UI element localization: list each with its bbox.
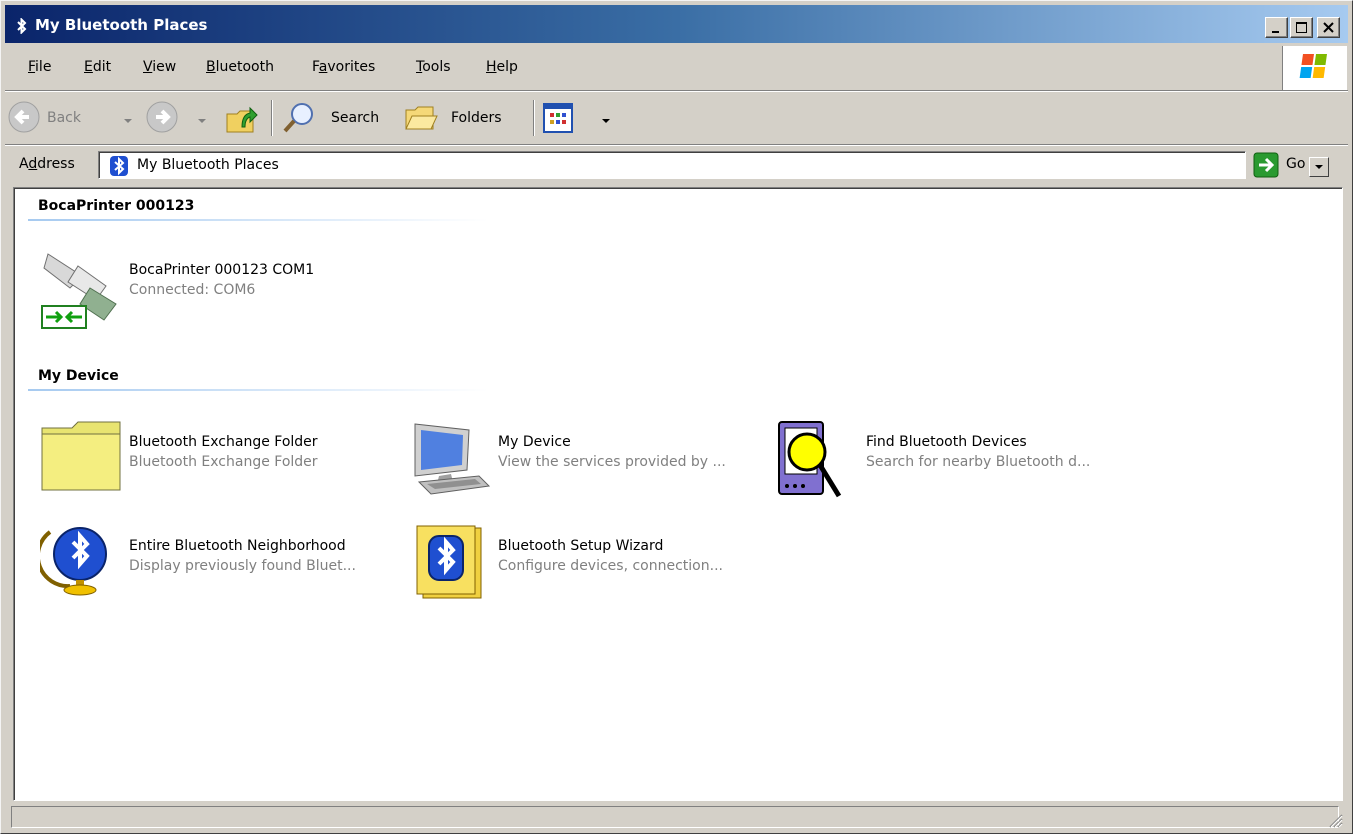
item-description: Connected: COM6: [129, 282, 256, 298]
bluetooth-icon: [15, 17, 29, 35]
item-name: Find Bluetooth Devices: [866, 434, 1027, 450]
go-button[interactable]: Go: [1253, 152, 1325, 178]
explorer-window: My Bluetooth Places File Edit View Bluet…: [0, 0, 1353, 834]
folder-icon: [40, 420, 122, 491]
address-label: Address: [19, 156, 75, 172]
menu-bluetooth[interactable]: Bluetooth: [206, 59, 274, 75]
group-header: My Device: [38, 368, 119, 384]
status-bar: [5, 804, 1348, 831]
bluetooth-wizard-icon: [409, 524, 491, 599]
folders-icon: [403, 100, 439, 140]
menu-help[interactable]: Help: [486, 59, 518, 75]
item-description: Configure devices, connection...: [498, 558, 723, 574]
search-label: Search: [331, 110, 380, 126]
close-button[interactable]: [1317, 17, 1340, 38]
item-name: Bluetooth Exchange Folder: [129, 434, 318, 450]
list-item[interactable]: Entire Bluetooth Neighborhood Display pr…: [35, 524, 400, 596]
views-icon: [543, 103, 573, 137]
windows-logo-icon: [1282, 46, 1347, 90]
menu-file[interactable]: File: [28, 59, 51, 75]
bluetooth-globe-icon: [35, 524, 122, 596]
views-button[interactable]: [543, 100, 613, 136]
menu-favorites[interactable]: Favorites: [312, 59, 375, 75]
group-divider: [28, 219, 488, 221]
item-name: My Device: [498, 434, 571, 450]
computer-icon: [409, 420, 491, 495]
file-view[interactable]: BocaPrinter 000123 BocaPrinter 000123 CO…: [13, 187, 1343, 801]
search-icon: [281, 100, 317, 140]
menu-tools[interactable]: Tools: [416, 59, 451, 75]
item-description: Search for nearby Bluetooth d...: [866, 454, 1091, 470]
address-value: My Bluetooth Places: [137, 157, 279, 173]
back-label: Back: [47, 110, 81, 126]
folders-label: Folders: [451, 110, 502, 126]
item-name: Bluetooth Setup Wizard: [498, 538, 664, 554]
item-name: BocaPrinter 000123 COM1: [129, 262, 315, 278]
forward-dropdown-icon[interactable]: [197, 114, 207, 129]
toolbar-divider: [533, 100, 535, 136]
address-bar: Address My Bluetooth Places Go: [5, 149, 1348, 183]
item-description: Display previously found Bluet...: [129, 558, 356, 574]
bluetooth-icon: [109, 155, 129, 181]
standard-toolbar: Back Search Folders: [5, 94, 1348, 142]
item-description: View the services provided by ...: [498, 454, 726, 470]
list-item[interactable]: My Device View the services provided by …: [409, 420, 769, 495]
toolbar-divider: [271, 100, 273, 136]
menu-edit[interactable]: Edit: [84, 59, 111, 75]
group-header: BocaPrinter 000123: [38, 198, 195, 214]
go-arrow-icon: [1253, 152, 1279, 182]
window-title: My Bluetooth Places: [35, 16, 208, 34]
menu-view[interactable]: View: [143, 59, 176, 75]
list-item[interactable]: Find Bluetooth Devices Search for nearby…: [777, 420, 1137, 498]
up-folder-button[interactable]: [223, 100, 263, 136]
list-item[interactable]: Bluetooth Setup Wizard Configure devices…: [409, 524, 769, 599]
list-item[interactable]: BocaPrinter 000123 COM1 Connected: COM6: [40, 248, 400, 329]
go-label: Go: [1286, 156, 1306, 172]
menu-bar: File Edit View Bluetooth Favorites Tools…: [5, 49, 1282, 87]
back-dropdown-icon[interactable]: [123, 114, 133, 129]
resize-grip-icon[interactable]: [1327, 812, 1343, 828]
item-name: Entire Bluetooth Neighborhood: [129, 538, 346, 554]
group-divider: [28, 389, 488, 391]
toolbar-separator: [5, 90, 1348, 92]
address-separator: [5, 144, 1348, 146]
find-devices-icon: [777, 420, 859, 498]
up-folder-icon: [223, 100, 259, 140]
serial-port-icon: [40, 248, 122, 329]
address-input[interactable]: My Bluetooth Places: [98, 151, 1329, 181]
search-button[interactable]: Search: [281, 100, 393, 136]
minimize-button[interactable]: [1265, 17, 1288, 38]
views-dropdown-icon[interactable]: [601, 114, 611, 129]
back-button[interactable]: Back: [7, 100, 145, 136]
folders-button[interactable]: Folders: [403, 100, 525, 136]
item-description: Bluetooth Exchange Folder: [129, 454, 318, 470]
back-arrow-icon: [7, 100, 41, 138]
forward-arrow-icon: [145, 100, 179, 138]
forward-button[interactable]: [145, 100, 215, 136]
status-pane: [11, 806, 1339, 828]
maximize-button[interactable]: [1290, 17, 1313, 38]
title-bar[interactable]: My Bluetooth Places: [5, 5, 1348, 43]
list-item[interactable]: Bluetooth Exchange Folder Bluetooth Exch…: [40, 420, 400, 491]
